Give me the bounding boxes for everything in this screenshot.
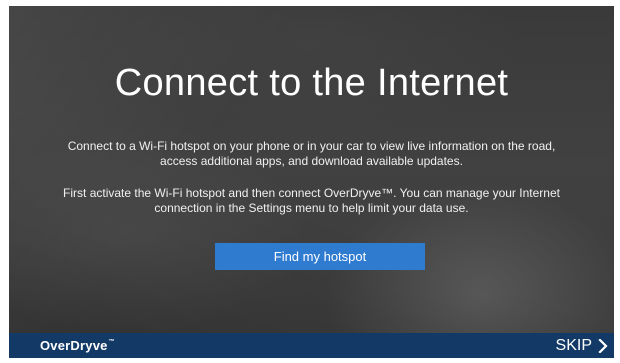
footer-bar: OverDryve ™ SKIP	[9, 333, 614, 358]
skip-label: SKIP	[555, 336, 592, 354]
welcome-screen: Connect to the Internet Connect to a Wi-…	[9, 6, 614, 358]
intro-paragraph: Connect to a Wi-Fi hotspot on your phone…	[67, 139, 556, 168]
overdryve-logo: OverDryve ™	[40, 338, 115, 353]
find-my-hotspot-button[interactable]: Find my hotspot	[215, 243, 425, 270]
skip-button[interactable]: SKIP	[556, 337, 608, 355]
brand-trademark: ™	[108, 339, 115, 345]
page-title: Connect to the Internet	[114, 62, 509, 104]
chevron-right-icon	[598, 338, 608, 353]
brand-name: OverDryve	[40, 338, 108, 353]
instructions-paragraph: First activate the Wi-Fi hotspot and the…	[63, 186, 560, 215]
